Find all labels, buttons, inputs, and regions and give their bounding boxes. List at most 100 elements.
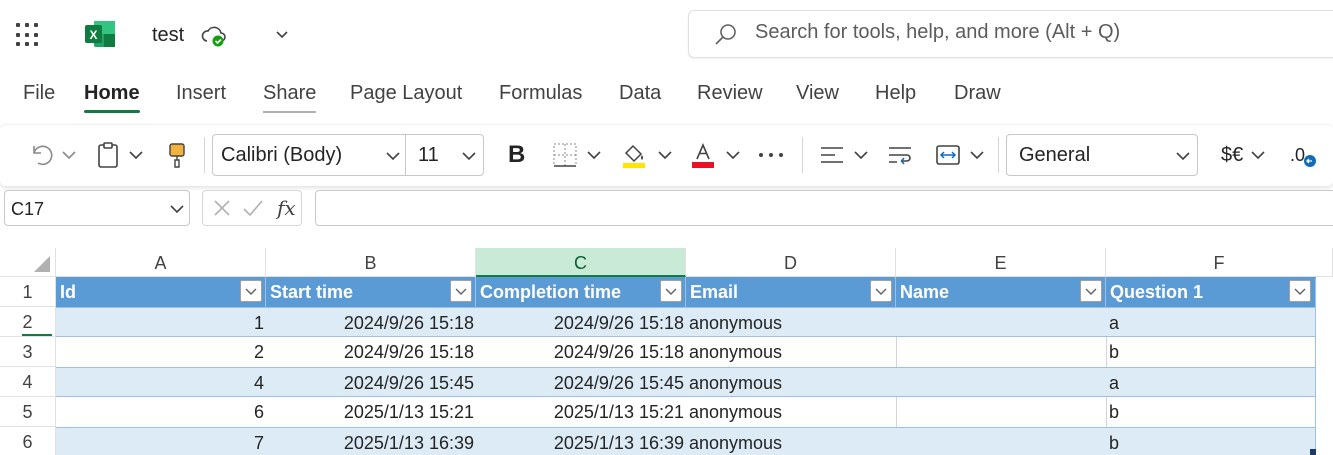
tab-share[interactable]: Share xyxy=(263,82,317,113)
tab-home[interactable]: Home xyxy=(84,82,140,113)
column-header-a[interactable]: A xyxy=(56,248,266,277)
confirm-icon[interactable] xyxy=(241,197,265,219)
tab-view[interactable]: View xyxy=(796,82,839,105)
insert-function-button[interactable]: fx xyxy=(277,196,296,220)
currency-format-button[interactable]: $€ xyxy=(1221,139,1267,171)
tab-help[interactable]: Help xyxy=(875,82,916,105)
cell-email[interactable]: anonymous xyxy=(686,397,896,427)
row-header-3[interactable]: 3 xyxy=(0,337,56,367)
tab-insert[interactable]: Insert xyxy=(176,82,226,105)
cell-start-time[interactable]: 2025/1/13 15:21 xyxy=(266,397,476,427)
font-name-value: Calibri (Body) xyxy=(221,144,343,166)
cell-question-1[interactable]: b xyxy=(1106,428,1316,455)
formula-input[interactable] xyxy=(315,190,1333,226)
font-color-button[interactable] xyxy=(690,139,742,171)
column-header-b[interactable]: B xyxy=(266,248,476,277)
cell-question-1[interactable]: a xyxy=(1106,308,1316,338)
number-format-select[interactable]: General xyxy=(1006,134,1198,176)
filter-button-start-time[interactable] xyxy=(450,280,472,302)
cell-start-time[interactable]: 2024/9/26 15:18 xyxy=(266,308,476,338)
search-box[interactable] xyxy=(688,10,1333,58)
excel-logo-icon[interactable]: X xyxy=(84,20,116,48)
select-all-button[interactable] xyxy=(0,248,56,277)
row-header-1[interactable]: 1 xyxy=(0,277,56,307)
filter-button-completion-time[interactable] xyxy=(660,280,682,302)
header-cell-name[interactable]: Name xyxy=(896,277,1106,307)
filter-button-question-1[interactable] xyxy=(1289,280,1311,302)
row-header-5[interactable]: 5 xyxy=(0,397,56,427)
cell-start-time[interactable]: 2024/9/26 15:18 xyxy=(266,337,476,367)
cell-email[interactable]: anonymous xyxy=(686,337,896,367)
header-cell-email[interactable]: Email xyxy=(686,277,896,307)
font-size-value[interactable]: 11 xyxy=(418,144,439,167)
tab-review[interactable]: Review xyxy=(697,82,763,105)
cell-completion-time[interactable]: 2024/9/26 15:18 xyxy=(476,308,686,338)
cell-id[interactable]: 6 xyxy=(56,397,266,427)
tab-page-layout[interactable]: Page Layout xyxy=(350,82,462,105)
merge-button[interactable] xyxy=(934,139,986,171)
cell-question-1[interactable]: a xyxy=(1106,368,1316,398)
cell-name[interactable] xyxy=(896,428,1106,455)
app-launcher-icon[interactable] xyxy=(16,23,40,47)
header-cell-id[interactable]: Id xyxy=(56,277,266,307)
cell-start-time[interactable]: 2024/9/26 15:45 xyxy=(266,368,476,398)
bold-button[interactable]: B xyxy=(508,139,525,171)
header-cell-question-1[interactable]: Question 1 xyxy=(1106,277,1316,307)
name-box[interactable]: C17 xyxy=(4,190,190,226)
cell-name[interactable] xyxy=(896,308,1106,338)
cell-id[interactable]: 7 xyxy=(56,428,266,455)
cell-question-1[interactable]: b xyxy=(1106,397,1316,427)
row-header-4[interactable]: 4 xyxy=(0,367,56,397)
cell-id[interactable]: 2 xyxy=(56,337,266,367)
column-header-f[interactable]: F xyxy=(1106,248,1333,277)
font-name-select[interactable]: Calibri (Body) 11 xyxy=(212,134,484,176)
filter-button-email[interactable] xyxy=(870,280,892,302)
borders-button[interactable] xyxy=(551,139,603,171)
wrap-text-button[interactable] xyxy=(886,139,914,171)
cell-start-time[interactable]: 2025/1/13 16:39 xyxy=(266,428,476,455)
undo-button[interactable] xyxy=(28,139,78,171)
cell-name[interactable] xyxy=(896,337,1106,367)
cell-completion-time[interactable]: 2025/1/13 15:21 xyxy=(476,397,686,427)
document-title[interactable]: test xyxy=(152,24,184,47)
menu-tabs: File Home Insert Share Page Layout Formu… xyxy=(0,78,1333,118)
header-cell-completion-time[interactable]: Completion time xyxy=(476,277,686,307)
cancel-icon[interactable] xyxy=(211,197,233,219)
row-header-2[interactable]: 2 xyxy=(0,307,56,337)
decrease-decimal-button[interactable]: .0 xyxy=(1290,139,1317,171)
format-painter-button[interactable] xyxy=(165,139,189,171)
filter-button-name[interactable] xyxy=(1080,280,1102,302)
cell-email[interactable]: anonymous xyxy=(686,308,896,338)
chevron-down-icon[interactable] xyxy=(272,26,292,44)
cell-name[interactable] xyxy=(896,368,1106,398)
paste-button[interactable] xyxy=(95,139,145,171)
table-resize-handle[interactable] xyxy=(1310,449,1316,455)
cell-completion-time[interactable]: 2025/1/13 16:39 xyxy=(476,428,686,455)
align-button[interactable] xyxy=(818,139,870,171)
column-header-c[interactable]: C xyxy=(476,248,686,277)
cell-question-1[interactable]: b xyxy=(1106,337,1316,367)
more-options-button[interactable] xyxy=(757,139,787,171)
cell-id[interactable]: 4 xyxy=(56,368,266,398)
wrap-text-icon xyxy=(889,147,911,165)
tab-draw[interactable]: Draw xyxy=(954,82,1001,105)
tab-file[interactable]: File xyxy=(23,82,55,105)
cell-email[interactable]: anonymous xyxy=(686,428,896,455)
cloud-saved-icon[interactable] xyxy=(200,24,228,48)
tab-data[interactable]: Data xyxy=(619,82,661,105)
select-all-icon xyxy=(34,256,50,272)
divider xyxy=(204,137,205,173)
search-input[interactable] xyxy=(755,21,1315,44)
column-header-e[interactable]: E xyxy=(896,248,1106,277)
cell-email[interactable]: anonymous xyxy=(686,368,896,398)
filter-button-id[interactable] xyxy=(240,280,262,302)
tab-formulas[interactable]: Formulas xyxy=(499,82,582,105)
cell-name[interactable] xyxy=(896,397,1106,427)
cell-id[interactable]: 1 xyxy=(56,308,266,338)
cell-completion-time[interactable]: 2024/9/26 15:18 xyxy=(476,337,686,367)
row-header-6[interactable]: 6 xyxy=(0,427,56,455)
header-cell-start-time[interactable]: Start time xyxy=(266,277,476,307)
cell-completion-time[interactable]: 2024/9/26 15:45 xyxy=(476,368,686,398)
fill-color-button[interactable] xyxy=(620,139,674,171)
column-header-d[interactable]: D xyxy=(686,248,896,277)
